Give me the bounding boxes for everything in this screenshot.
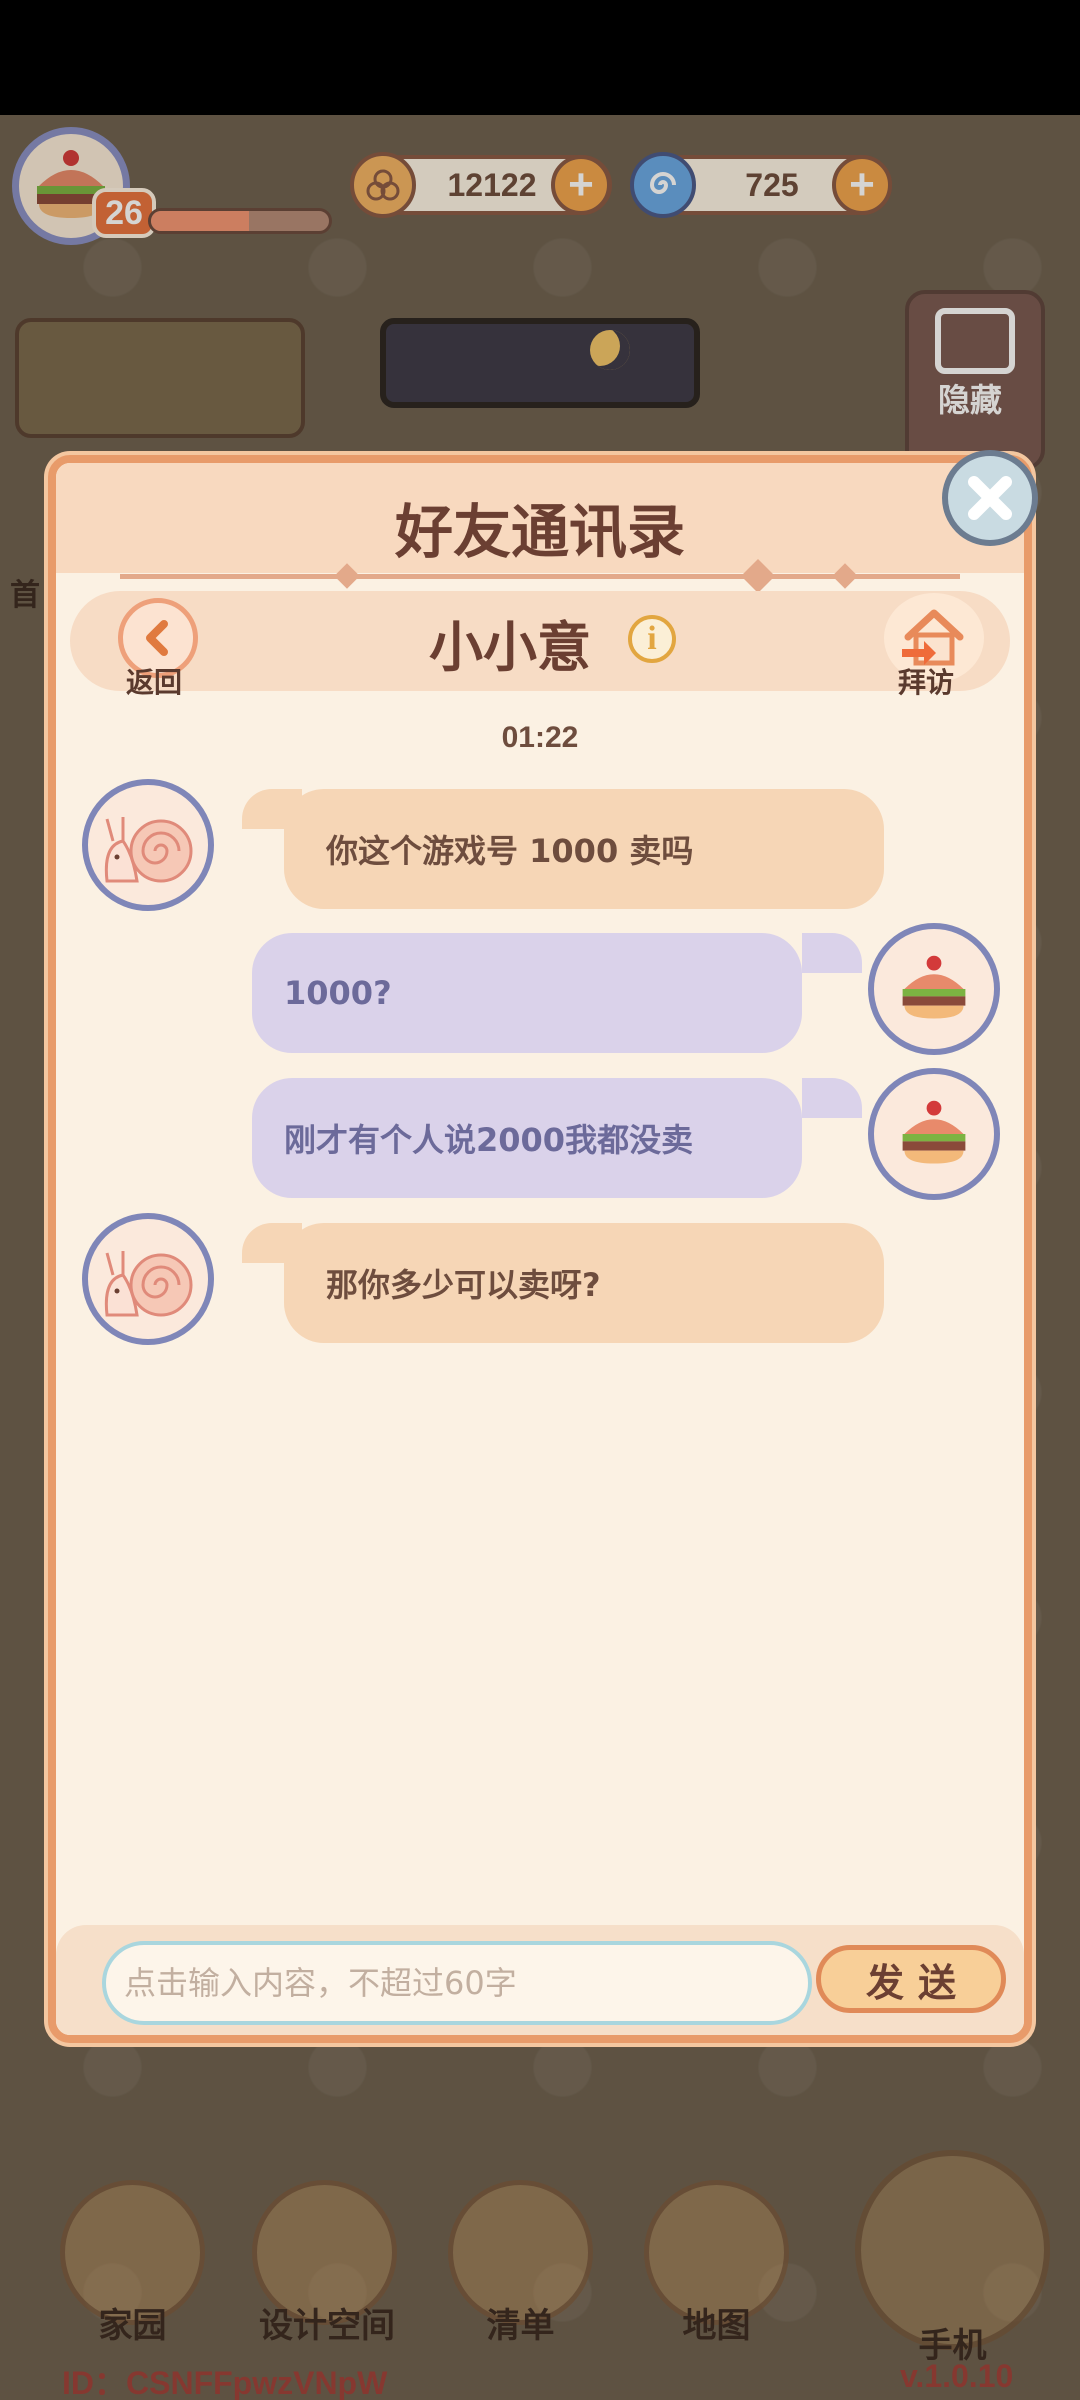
friend-avatar[interactable]	[82, 779, 214, 911]
friend-avatar[interactable]	[82, 1213, 214, 1345]
burger-icon	[902, 955, 966, 1019]
bubble-tail	[802, 933, 862, 973]
info-icon[interactable]: i	[628, 615, 676, 663]
chat-message: 你这个游戏号 1000 卖吗	[284, 789, 884, 909]
chat-message: 刚才有个人说2000我都没卖	[252, 1078, 802, 1198]
send-button[interactable]: 发送	[816, 1945, 1006, 2013]
bubble-tail	[802, 1078, 862, 1118]
status-bar	[0, 0, 1080, 115]
snail-icon	[104, 817, 193, 883]
my-avatar[interactable]	[868, 923, 1000, 1055]
chat-message: 那你多少可以卖呀?	[284, 1223, 884, 1343]
message-input[interactable]	[102, 1941, 812, 2025]
friend-name: 小小意	[429, 616, 591, 679]
friend-chat-dialog: 好友通讯录 返回 小小意 i 拜访 01:22 你这个游戏号 1000 卖吗 1…	[48, 455, 1032, 2043]
my-avatar[interactable]	[868, 1068, 1000, 1200]
visit-label: 拜访	[898, 666, 955, 699]
burger-icon	[902, 1100, 966, 1164]
close-icon	[968, 476, 1012, 520]
dialog-title: 好友通讯录	[394, 498, 685, 566]
snail-icon	[104, 1251, 193, 1317]
close-button[interactable]	[942, 450, 1038, 546]
chat-timestamp: 01:22	[501, 721, 579, 754]
chat-message: 1000?	[252, 933, 802, 1053]
